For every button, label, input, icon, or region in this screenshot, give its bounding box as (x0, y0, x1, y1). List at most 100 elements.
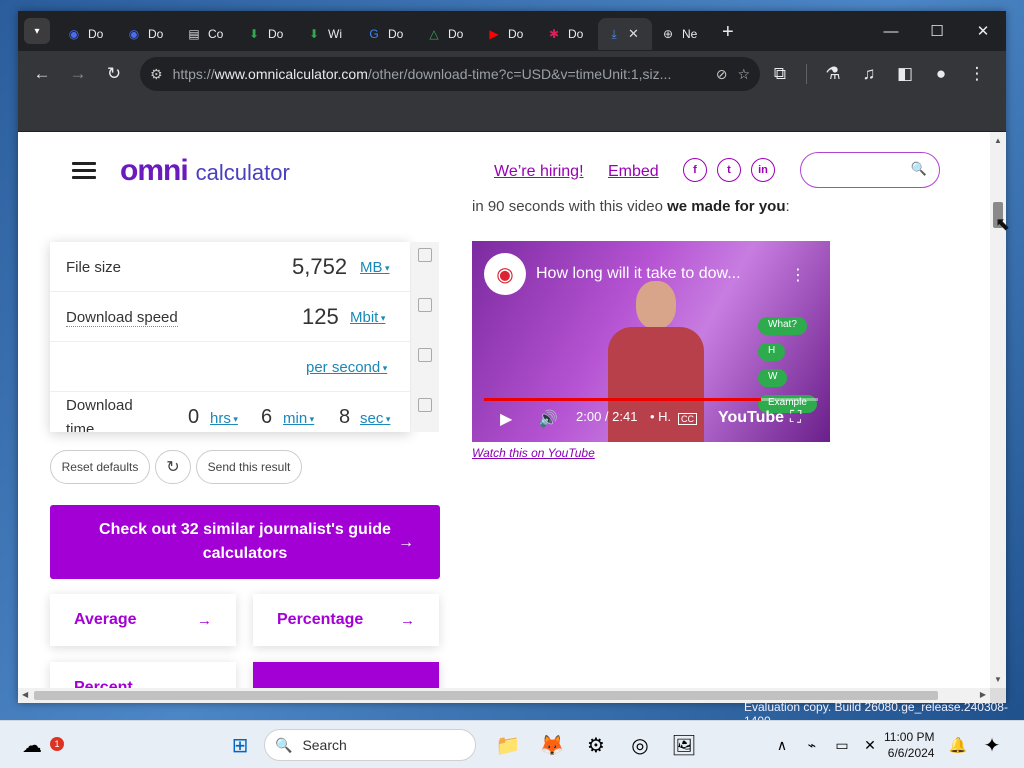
channel-logo-icon[interactable]: ◉ (484, 253, 526, 295)
seconds-value[interactable]: 8 (339, 406, 350, 429)
network-icon[interactable]: ⌁ (798, 731, 826, 759)
side-panel-icon[interactable]: ◧ (889, 58, 921, 90)
search-icon: 🔍 (910, 161, 927, 176)
reset-defaults-button[interactable]: Reset defaults (50, 450, 150, 484)
save-icon[interactable] (418, 348, 432, 362)
watch-on-youtube-link[interactable]: Watch this on YouTube (472, 446, 595, 460)
youtube-logo[interactable]: YouTube (718, 409, 784, 427)
omni-icon: ◉ (128, 27, 140, 41)
minutes-value[interactable]: 6 (261, 406, 272, 429)
bell-icon[interactable]: 🔔 (944, 731, 972, 759)
send-result-button[interactable]: Send this result (196, 450, 302, 484)
logo-omni-text: omni (120, 154, 189, 187)
hours-value[interactable]: 0 (188, 406, 199, 429)
eye-off-icon[interactable]: ⊘ (716, 66, 728, 83)
weather-icon[interactable]: ☁ 1 (18, 731, 64, 759)
extensions-icon[interactable]: ⧉ (764, 58, 796, 90)
hours-unit-select[interactable]: hrs (210, 410, 238, 427)
firefox-icon[interactable]: 🦊 (538, 731, 566, 759)
hiring-link[interactable]: We’re hiring! (494, 163, 584, 181)
save-icon[interactable] (418, 398, 432, 412)
volume-muted-icon[interactable]: ✕ (856, 731, 884, 759)
reload-result-icon[interactable]: ↻ (155, 450, 191, 484)
chrome-icon[interactable]: ◎ (626, 731, 654, 759)
tab-label: Do (448, 27, 464, 41)
divider (806, 64, 807, 84)
chevron-up-icon[interactable]: ∧ (768, 731, 796, 759)
close-window-icon[interactable]: ✕ (960, 11, 1006, 51)
browser-tab[interactable]: G Do (358, 18, 418, 50)
twitter-icon[interactable]: t (717, 158, 741, 182)
browser-tab[interactable]: ✱ Do (538, 18, 598, 50)
related-purple-card[interactable] (253, 662, 439, 688)
related-percent-link[interactable]: Percent (50, 662, 236, 688)
download-speed-value[interactable]: 125 (302, 304, 339, 330)
profile-icon[interactable]: ● (925, 58, 957, 90)
minutes-unit-select[interactable]: min (283, 410, 314, 427)
system-clock[interactable]: 11:00 PM 6/6/2024 (884, 729, 934, 761)
maximize-icon[interactable]: ☐ (914, 11, 960, 51)
more-options-icon[interactable]: ⋮ (790, 265, 806, 285)
start-icon[interactable]: ⊞ (226, 731, 254, 759)
related-percentage-link[interactable]: Percentage → (253, 594, 439, 646)
tab-strip: ▾ ◉ Do ◉ Do ▤ Co ⬇ Do ⬇ Wi G Do △ Do ▶ Do ✱ Do ⤓ ✕ ⊕ Ne + — ☐… (18, 11, 1006, 51)
play-icon[interactable]: ▶ (500, 409, 512, 429)
url-text[interactable]: https://www.omnicalculator.com/other/dow… (173, 66, 706, 82)
captions-icon[interactable]: CC (678, 413, 697, 425)
embed-link[interactable]: Embed (608, 163, 659, 181)
browser-tab[interactable]: △ Do (418, 18, 478, 50)
chapter-label[interactable]: • H. (650, 409, 671, 424)
browser-tab[interactable]: ◉ Do (118, 18, 178, 50)
browser-tab[interactable]: ▶ Do (478, 18, 538, 50)
tab-close-icon[interactable]: ✕ (628, 26, 639, 42)
download-time-label: Download (66, 397, 133, 414)
youtube-video-player[interactable]: ◉ How long will it take to dow... ⋮ What… (472, 241, 830, 442)
menu-icon[interactable]: ⋮ (961, 58, 993, 90)
browser-tab[interactable]: ⤓ ✕ (598, 18, 652, 50)
site-info-icon[interactable]: ⚙ (150, 66, 163, 83)
star-icon[interactable]: ☆ (737, 66, 750, 83)
volume-icon[interactable]: 🔊 (538, 409, 558, 429)
per-unit-select[interactable]: per second (306, 359, 387, 376)
similar-calculators-button[interactable]: Check out 32 similar journalist's guide … (50, 505, 440, 579)
taskbar-search[interactable]: 🔍 Search (264, 729, 476, 761)
browser-tab[interactable]: ⬇ Wi (298, 18, 358, 50)
omni-logo[interactable]: omni calculator (120, 154, 290, 188)
reload-icon[interactable]: ↻ (98, 58, 130, 90)
download-speed-unit-select[interactable]: Mbit (350, 309, 385, 326)
browser-tab[interactable]: ⬇ Do (238, 18, 298, 50)
save-icon[interactable] (418, 248, 432, 262)
back-icon[interactable]: ← (26, 58, 58, 90)
media-icon[interactable]: ♫ (853, 58, 885, 90)
settings-icon[interactable]: ⚙ (582, 731, 610, 759)
facebook-icon[interactable]: f (683, 158, 707, 182)
file-size-unit-select[interactable]: MB (360, 259, 390, 276)
save-column (411, 242, 439, 432)
forward-icon[interactable]: → (62, 58, 94, 90)
hamburger-menu-icon[interactable] (72, 162, 96, 183)
site-search-input[interactable]: 🔍 (800, 152, 940, 188)
copilot-icon[interactable]: ✦ (978, 731, 1006, 759)
seconds-unit-select[interactable]: sec (360, 410, 390, 427)
tab-search-button[interactable]: ▾ (24, 18, 50, 44)
chapter-chip: What? (758, 317, 807, 335)
save-icon[interactable] (418, 298, 432, 312)
related-average-link[interactable]: Average → (50, 594, 236, 646)
address-bar[interactable]: ⚙ https://www.omnicalculator.com/other/d… (140, 57, 760, 91)
browser-tab[interactable]: ⊕ Ne (652, 18, 712, 50)
minimize-icon[interactable]: — (868, 11, 914, 51)
browser-tab[interactable]: ▤ Co (178, 18, 238, 50)
progress-bar[interactable] (484, 398, 818, 401)
download-speed-label: Download speed (66, 309, 178, 327)
new-tab-button[interactable]: + (722, 21, 734, 44)
file-size-value[interactable]: 5,752 (292, 254, 347, 280)
linkedin-icon[interactable]: in (751, 158, 775, 182)
photos-icon[interactable]: 🖼 (670, 731, 698, 759)
browser-tab[interactable]: ◉ Do (58, 18, 118, 50)
display-icon[interactable]: ▭ (828, 731, 856, 759)
labs-icon[interactable]: ⚗ (817, 58, 849, 90)
video-time: 2:00 / 2:41 (576, 409, 638, 424)
fullscreen-icon[interactable]: ⛶ (790, 409, 801, 427)
calculator-card: File size 5,752 MB Download speed 125 Mb… (50, 242, 410, 432)
file-explorer-icon[interactable]: 📁 (494, 731, 522, 759)
